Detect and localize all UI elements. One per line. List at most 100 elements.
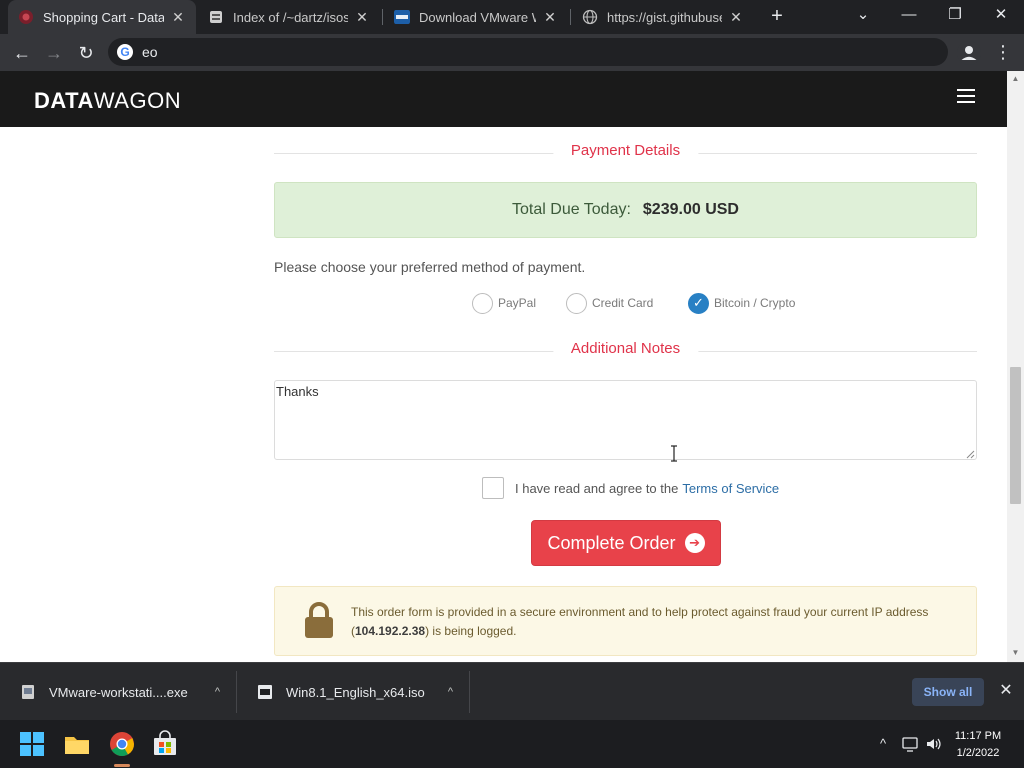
microsoft-store-icon[interactable] [151,730,179,758]
additional-notes-heading: Additional Notes [274,340,977,362]
textarea-resize-grip-icon[interactable] [966,450,975,459]
tab-title: Shopping Cart - DataW [43,9,164,25]
credit-card-label[interactable]: Credit Card [592,296,653,310]
back-button[interactable]: ← [9,40,35,66]
logo-light-part: WAGON [93,88,182,113]
show-all-downloads-button[interactable]: Show all [912,678,984,706]
tab-title: https://gist.githubuser [607,9,722,25]
complete-order-button[interactable]: Complete Order ➔ [531,520,721,566]
payment-option-bitcoin[interactable]: ✓ Bitcoin / Crypto [688,292,795,314]
text-cursor-icon [671,445,677,462]
address-bar-text[interactable]: eo [142,44,158,60]
new-tab-button[interactable]: + [766,5,788,27]
payment-details-heading: Payment Details [274,142,977,164]
tab-search-dropdown-icon[interactable]: ⌄ [840,0,886,32]
address-bar[interactable]: G eo [108,38,948,66]
download-filename: Win8.1_English_x64.iso [286,684,425,700]
download-item-vmware[interactable]: VMware-workstati....exe ^ [0,663,236,721]
profile-avatar-icon[interactable] [957,41,981,65]
tab-gist[interactable]: https://gist.githubuser ✕ [572,0,754,34]
volume-icon[interactable] [925,735,943,753]
active-app-indicator [114,764,130,767]
browser-toolbar: ← → ↻ G eo ⋮ [0,34,1024,71]
section-title-label: Payment Details [552,142,699,159]
forward-button[interactable]: → [41,40,67,66]
download-shelf: VMware-workstati....exe ^ Win8.1_English… [0,662,1024,720]
terms-checkbox[interactable] [482,477,504,499]
tab-close-icon[interactable]: ✕ [170,9,186,26]
web-page: DATAWAGON Payment Details Total Due Toda… [0,71,1007,662]
total-due-label: Total Due Today: [512,201,631,218]
payment-method-prompt: Please choose your preferred method of p… [274,259,586,275]
hamburger-menu-icon[interactable] [957,89,975,103]
clock-time: 11:17 PM [954,730,1002,742]
chevron-up-icon[interactable]: ^ [215,686,220,698]
scrollbar-thumb[interactable] [1010,367,1021,504]
download-filename: VMware-workstati....exe [49,684,188,700]
tab-title: Download VMware Wo [419,9,536,25]
server-favicon-icon [210,11,222,23]
bitcoin-label[interactable]: Bitcoin / Crypto [714,296,795,310]
bitcoin-radio-checked[interactable]: ✓ [688,292,709,314]
windows-taskbar: ^ 11:17 PM 1/2/2022 [0,720,1024,768]
tray-overflow-chevron-icon[interactable]: ^ [874,735,892,753]
tab-close-icon[interactable]: ✕ [542,9,558,26]
tab-title: Index of /~dartz/isos/ [233,9,348,25]
lock-icon [305,602,333,638]
system-clock[interactable]: 11:17 PM 1/2/2022 [946,728,1010,762]
scroll-up-arrow-icon[interactable]: ▲ [1011,74,1020,83]
network-icon[interactable] [901,735,919,753]
close-window-button[interactable]: ✕ [978,0,1024,32]
scroll-down-arrow-icon[interactable]: ▼ [1011,648,1020,657]
minimize-button[interactable]: — [886,0,932,32]
tab-separator [382,9,383,25]
reload-button[interactable]: ↻ [73,40,99,66]
terms-agreement-row: I have read and agree to the Terms of Se… [482,477,779,499]
browser-menu-icon[interactable]: ⋮ [994,40,1012,66]
payment-option-paypal[interactable]: PayPal [472,292,536,314]
tab-shopping-cart[interactable]: Shopping Cart - DataW ✕ [8,0,196,34]
checkmark-icon: ✓ [693,295,704,310]
chrome-icon[interactable] [108,730,136,758]
complete-order-label: Complete Order [547,532,676,553]
file-explorer-icon[interactable] [63,730,91,758]
chevron-up-icon[interactable]: ^ [448,686,453,698]
iso-file-icon [258,685,272,699]
google-search-icon: G [117,44,133,60]
site-header: DATAWAGON [0,71,1007,127]
payment-option-credit-card[interactable]: Credit Card [566,292,653,314]
close-download-shelf-icon[interactable]: ✕ [996,681,1016,701]
credit-card-radio[interactable] [566,292,587,314]
globe-favicon-icon [582,9,598,25]
secure-notice-text: This order form is provided in a secure … [351,603,961,641]
tab-close-icon[interactable]: ✕ [728,9,744,26]
terms-label[interactable]: I have read and agree to the [515,481,678,496]
paypal-label[interactable]: PayPal [498,296,536,310]
clock-date: 1/2/2022 [956,747,1000,759]
total-due-box: Total Due Today: $239.00 USD [274,182,977,238]
datawagon-logo[interactable]: DATAWAGON [34,88,181,114]
ip-address: 104.192.2.38 [355,624,426,638]
tab-separator [570,9,571,25]
notice-text-after: ) is being logged. [425,624,517,638]
secure-environment-notice: This order form is provided in a secure … [274,586,977,656]
arrow-circle-right-icon: ➔ [684,533,705,553]
download-separator [469,671,470,713]
tab-index-of-isos[interactable]: Index of /~dartz/isos/ ✕ [198,0,380,34]
download-item-win81-iso[interactable]: Win8.1_English_x64.iso ^ [237,663,469,721]
vmware-favicon-icon [394,10,410,24]
restore-button[interactable]: ❐ [932,0,978,32]
notes-textarea[interactable] [274,380,977,460]
datawagon-favicon-icon [19,10,33,24]
browser-tab-strip: Shopping Cart - DataW ✕ Index of /~dartz… [0,0,1024,34]
total-due-amount: $239.00 USD [642,201,739,218]
windows-start-icon[interactable] [18,730,46,758]
tab-close-icon[interactable]: ✕ [354,9,370,26]
section-title-label: Additional Notes [552,340,699,357]
logo-bold-part: DATA [34,88,94,113]
tab-download-vmware[interactable]: Download VMware Wo ✕ [384,0,568,34]
terms-of-service-link[interactable]: Terms of Service [682,481,779,496]
paypal-radio[interactable] [472,292,493,314]
exe-file-icon [22,685,34,699]
page-scrollbar[interactable]: ▲ ▼ [1007,71,1024,662]
